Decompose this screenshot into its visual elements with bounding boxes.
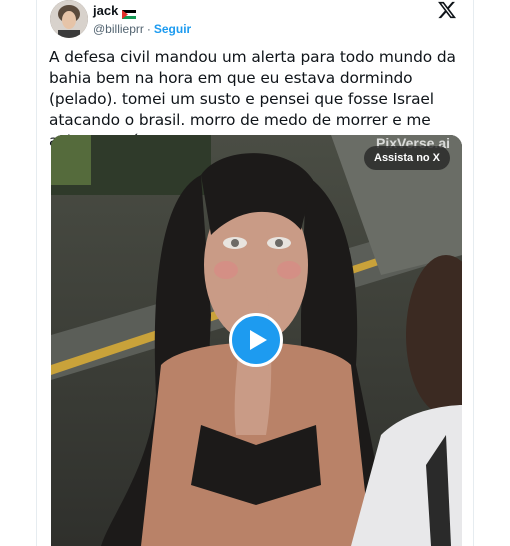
watch-on-x-button[interactable]: Assista no X	[364, 146, 451, 170]
user-handle[interactable]: @billieprr	[93, 22, 144, 36]
handle-row: @billieprr · Seguir	[93, 22, 191, 36]
avatar[interactable]	[50, 0, 88, 38]
name-row: jack	[93, 3, 137, 19]
follow-button[interactable]: Seguir	[154, 22, 191, 36]
palestine-flag-icon	[122, 6, 137, 19]
play-button[interactable]	[229, 313, 283, 367]
x-logo-icon[interactable]	[437, 0, 457, 20]
video-media[interactable]: PixVerse.ai Assista no X	[51, 135, 462, 546]
separator-dot: ·	[146, 22, 151, 36]
play-icon	[250, 330, 267, 350]
tweet-header: jack @billieprr · Seguir	[49, 0, 463, 40]
display-name[interactable]: jack	[93, 3, 118, 18]
tweet-card: jack @billieprr · Seguir A defesa civil …	[36, 0, 474, 546]
